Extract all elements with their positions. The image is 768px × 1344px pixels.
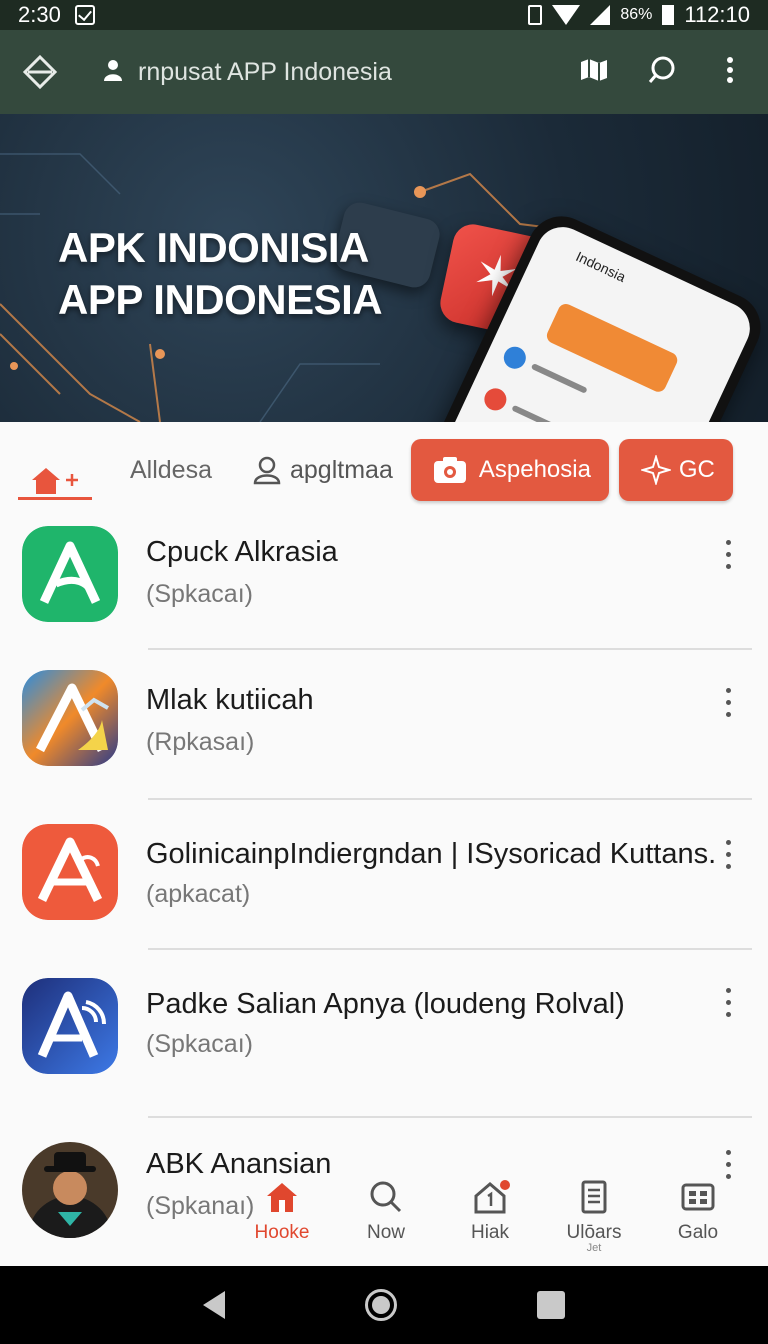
tab-profile[interactable]: apgltmaa	[252, 455, 393, 485]
home-circle-icon[interactable]	[365, 1289, 397, 1321]
tab-alldesa[interactable]: Alldesa	[130, 456, 212, 485]
more-vert-icon[interactable]	[718, 688, 738, 722]
nav-hiak[interactable]: Hiak	[438, 1170, 542, 1266]
banner-line-2: APP INDONESIA	[58, 276, 383, 323]
app-title: Padke Salian Apnya (loudeng Rolval)	[146, 988, 625, 1020]
a-logo-red-icon	[22, 824, 118, 920]
wifi-icon	[552, 5, 581, 25]
chip-camera-button[interactable]: Aspehosia	[410, 439, 609, 501]
more-vert-icon[interactable]	[718, 840, 738, 874]
map-icon[interactable]	[578, 54, 610, 91]
more-vert-icon[interactable]	[718, 988, 738, 1022]
chip-gc-label: GC	[678, 456, 715, 483]
app-bar: rnpusat APP Indonesia	[0, 30, 768, 114]
vibrate-icon	[528, 5, 543, 25]
app-subtitle: (apkacat)	[146, 880, 251, 908]
app-actions	[578, 54, 746, 91]
a-logo-blue-icon	[22, 978, 118, 1074]
divider	[148, 648, 752, 650]
system-nav-bar	[0, 1266, 768, 1344]
status-bar: 2:30 86% 112:10	[0, 0, 768, 30]
nav-home[interactable]: Hooke	[230, 1170, 334, 1266]
category-tabs: Alldesa apgltmaa Aspehosia GC	[0, 422, 768, 518]
diamond-logo-icon[interactable]	[22, 54, 58, 90]
status-icons: 86% 112:10	[528, 2, 750, 28]
bottom-nav: Hooke Now Hiak Ulōars Jet Galo	[230, 1170, 768, 1266]
nav-ulears-sublabel: Jet	[586, 1242, 602, 1254]
app-title: rnpusat APP Indonesia	[138, 57, 392, 86]
app-subtitle: (Rpkasaı)	[146, 728, 255, 756]
notification-badge	[500, 1180, 510, 1190]
status-clock: 112:10	[684, 2, 750, 27]
a-logo-mountain-icon	[22, 670, 118, 766]
app-subtitle: (Spkacaı)	[146, 1030, 253, 1058]
search-icon	[370, 1181, 402, 1213]
hero-banner[interactable]: APK INDONISIA APP INDONESIA Indonsia	[0, 114, 768, 422]
user-outline-icon	[253, 456, 281, 485]
home-plus-icon	[32, 468, 78, 494]
nav-galo-label: Galo	[677, 1222, 719, 1243]
app-title: GolinicainpIndiergndan | ISysoricad Kutt…	[146, 838, 717, 870]
status-time: 2:30	[18, 2, 61, 27]
nav-galo[interactable]: Galo	[646, 1170, 750, 1266]
nav-ulears-label: Ulōars	[566, 1222, 622, 1243]
banner-headline: APK INDONISIA APP INDONESIA	[58, 222, 383, 326]
nav-ulears[interactable]: Ulōars Jet	[542, 1170, 646, 1266]
divider	[148, 798, 752, 800]
app-title: Mlak kutiicah	[146, 684, 314, 716]
document-icon	[581, 1180, 607, 1214]
chip-gc-button[interactable]: GC	[618, 439, 733, 501]
more-vert-icon[interactable]	[714, 54, 746, 91]
nav-now-label: Now	[366, 1222, 405, 1243]
divider	[148, 1116, 752, 1118]
sparkle-icon	[640, 455, 671, 485]
person-icon	[102, 58, 124, 87]
battery-percent: 86%	[620, 6, 653, 23]
app-title-group: rnpusat APP Indonesia	[102, 58, 392, 87]
recents-icon[interactable]	[537, 1291, 565, 1319]
tab-profile-label: apgltmaa	[290, 455, 393, 484]
chip-camera-label: Aspehosia	[478, 456, 591, 483]
a-logo-green-icon	[22, 526, 118, 622]
app-title: Cpuck Alkrasia	[146, 536, 338, 568]
battery-icon	[662, 5, 675, 25]
divider	[148, 948, 752, 950]
app-subtitle: (Spkacaı)	[146, 580, 253, 608]
signal-icon	[590, 5, 611, 25]
banner-line-1: APK INDONISIA	[58, 224, 369, 271]
grid-icon	[681, 1183, 715, 1211]
nav-now[interactable]: Now	[334, 1170, 438, 1266]
home-icon	[267, 1183, 297, 1212]
nav-home-label: Hooke	[254, 1222, 310, 1243]
tab-home[interactable]	[18, 440, 92, 500]
camera-icon	[433, 457, 466, 483]
search-icon[interactable]	[646, 54, 678, 91]
nav-hiak-label: Hiak	[470, 1222, 509, 1243]
checkbox-notification-icon	[74, 5, 95, 25]
back-icon[interactable]	[203, 1291, 225, 1319]
avatar-photo-icon	[22, 1142, 118, 1238]
more-vert-icon[interactable]	[718, 540, 738, 574]
phone-title: Indonsia	[573, 248, 629, 285]
